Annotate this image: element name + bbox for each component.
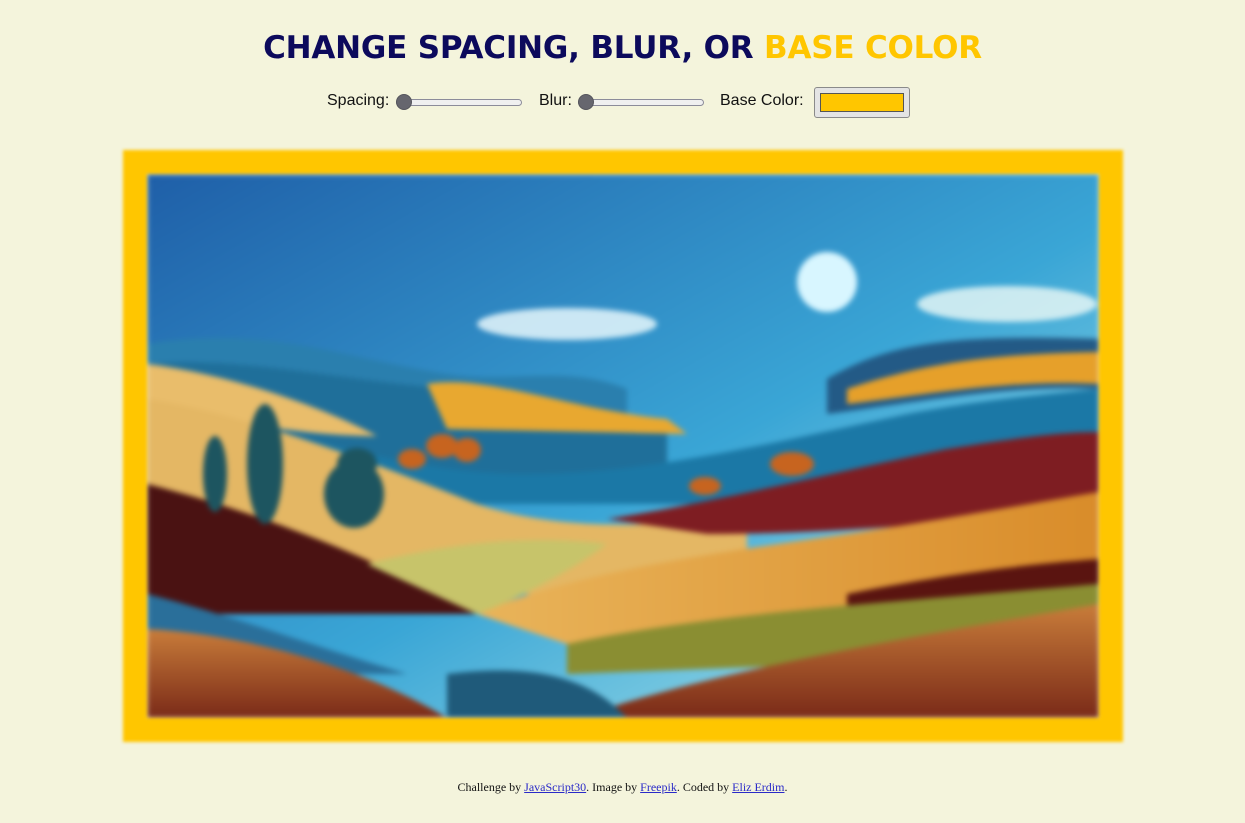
image-frame [123, 150, 1123, 742]
base-color-label: Base Color: [720, 92, 804, 109]
author-link[interactable]: Eliz Erdim [732, 780, 784, 794]
spacing-slider-thumb[interactable] [396, 94, 412, 110]
sun-icon [797, 252, 857, 312]
title-highlight: BASE COLOR [764, 30, 982, 66]
footer-suffix: . [784, 780, 788, 794]
spacing-slider-track [396, 99, 522, 106]
base-color-swatch [820, 93, 904, 112]
spacing-slider[interactable] [396, 94, 522, 110]
spacing-label: Spacing: [327, 92, 390, 109]
title-main: CHANGE SPACING, BLUR, OR [263, 30, 765, 66]
page-title: CHANGE SPACING, BLUR, OR BASE COLOR [0, 30, 1245, 66]
landscape-image [147, 174, 1099, 718]
blur-slider-thumb[interactable] [578, 94, 594, 110]
freepik-link[interactable]: Freepik [640, 780, 677, 794]
footer-prefix: Challenge by [457, 780, 525, 794]
controls-bar: Spacing: Blur: Base Color: [0, 86, 1245, 118]
javascript30-link[interactable]: JavaScript30 [524, 780, 586, 794]
base-color-picker[interactable] [814, 87, 910, 118]
blur-slider-track [578, 99, 704, 106]
footer-mid2: . Coded by [676, 780, 733, 794]
footer-mid1: . Image by [586, 780, 641, 794]
footer: Challenge by JavaScript30. Image by Free… [0, 780, 1245, 795]
blur-label: Blur: [539, 92, 572, 109]
blur-slider[interactable] [578, 94, 704, 110]
